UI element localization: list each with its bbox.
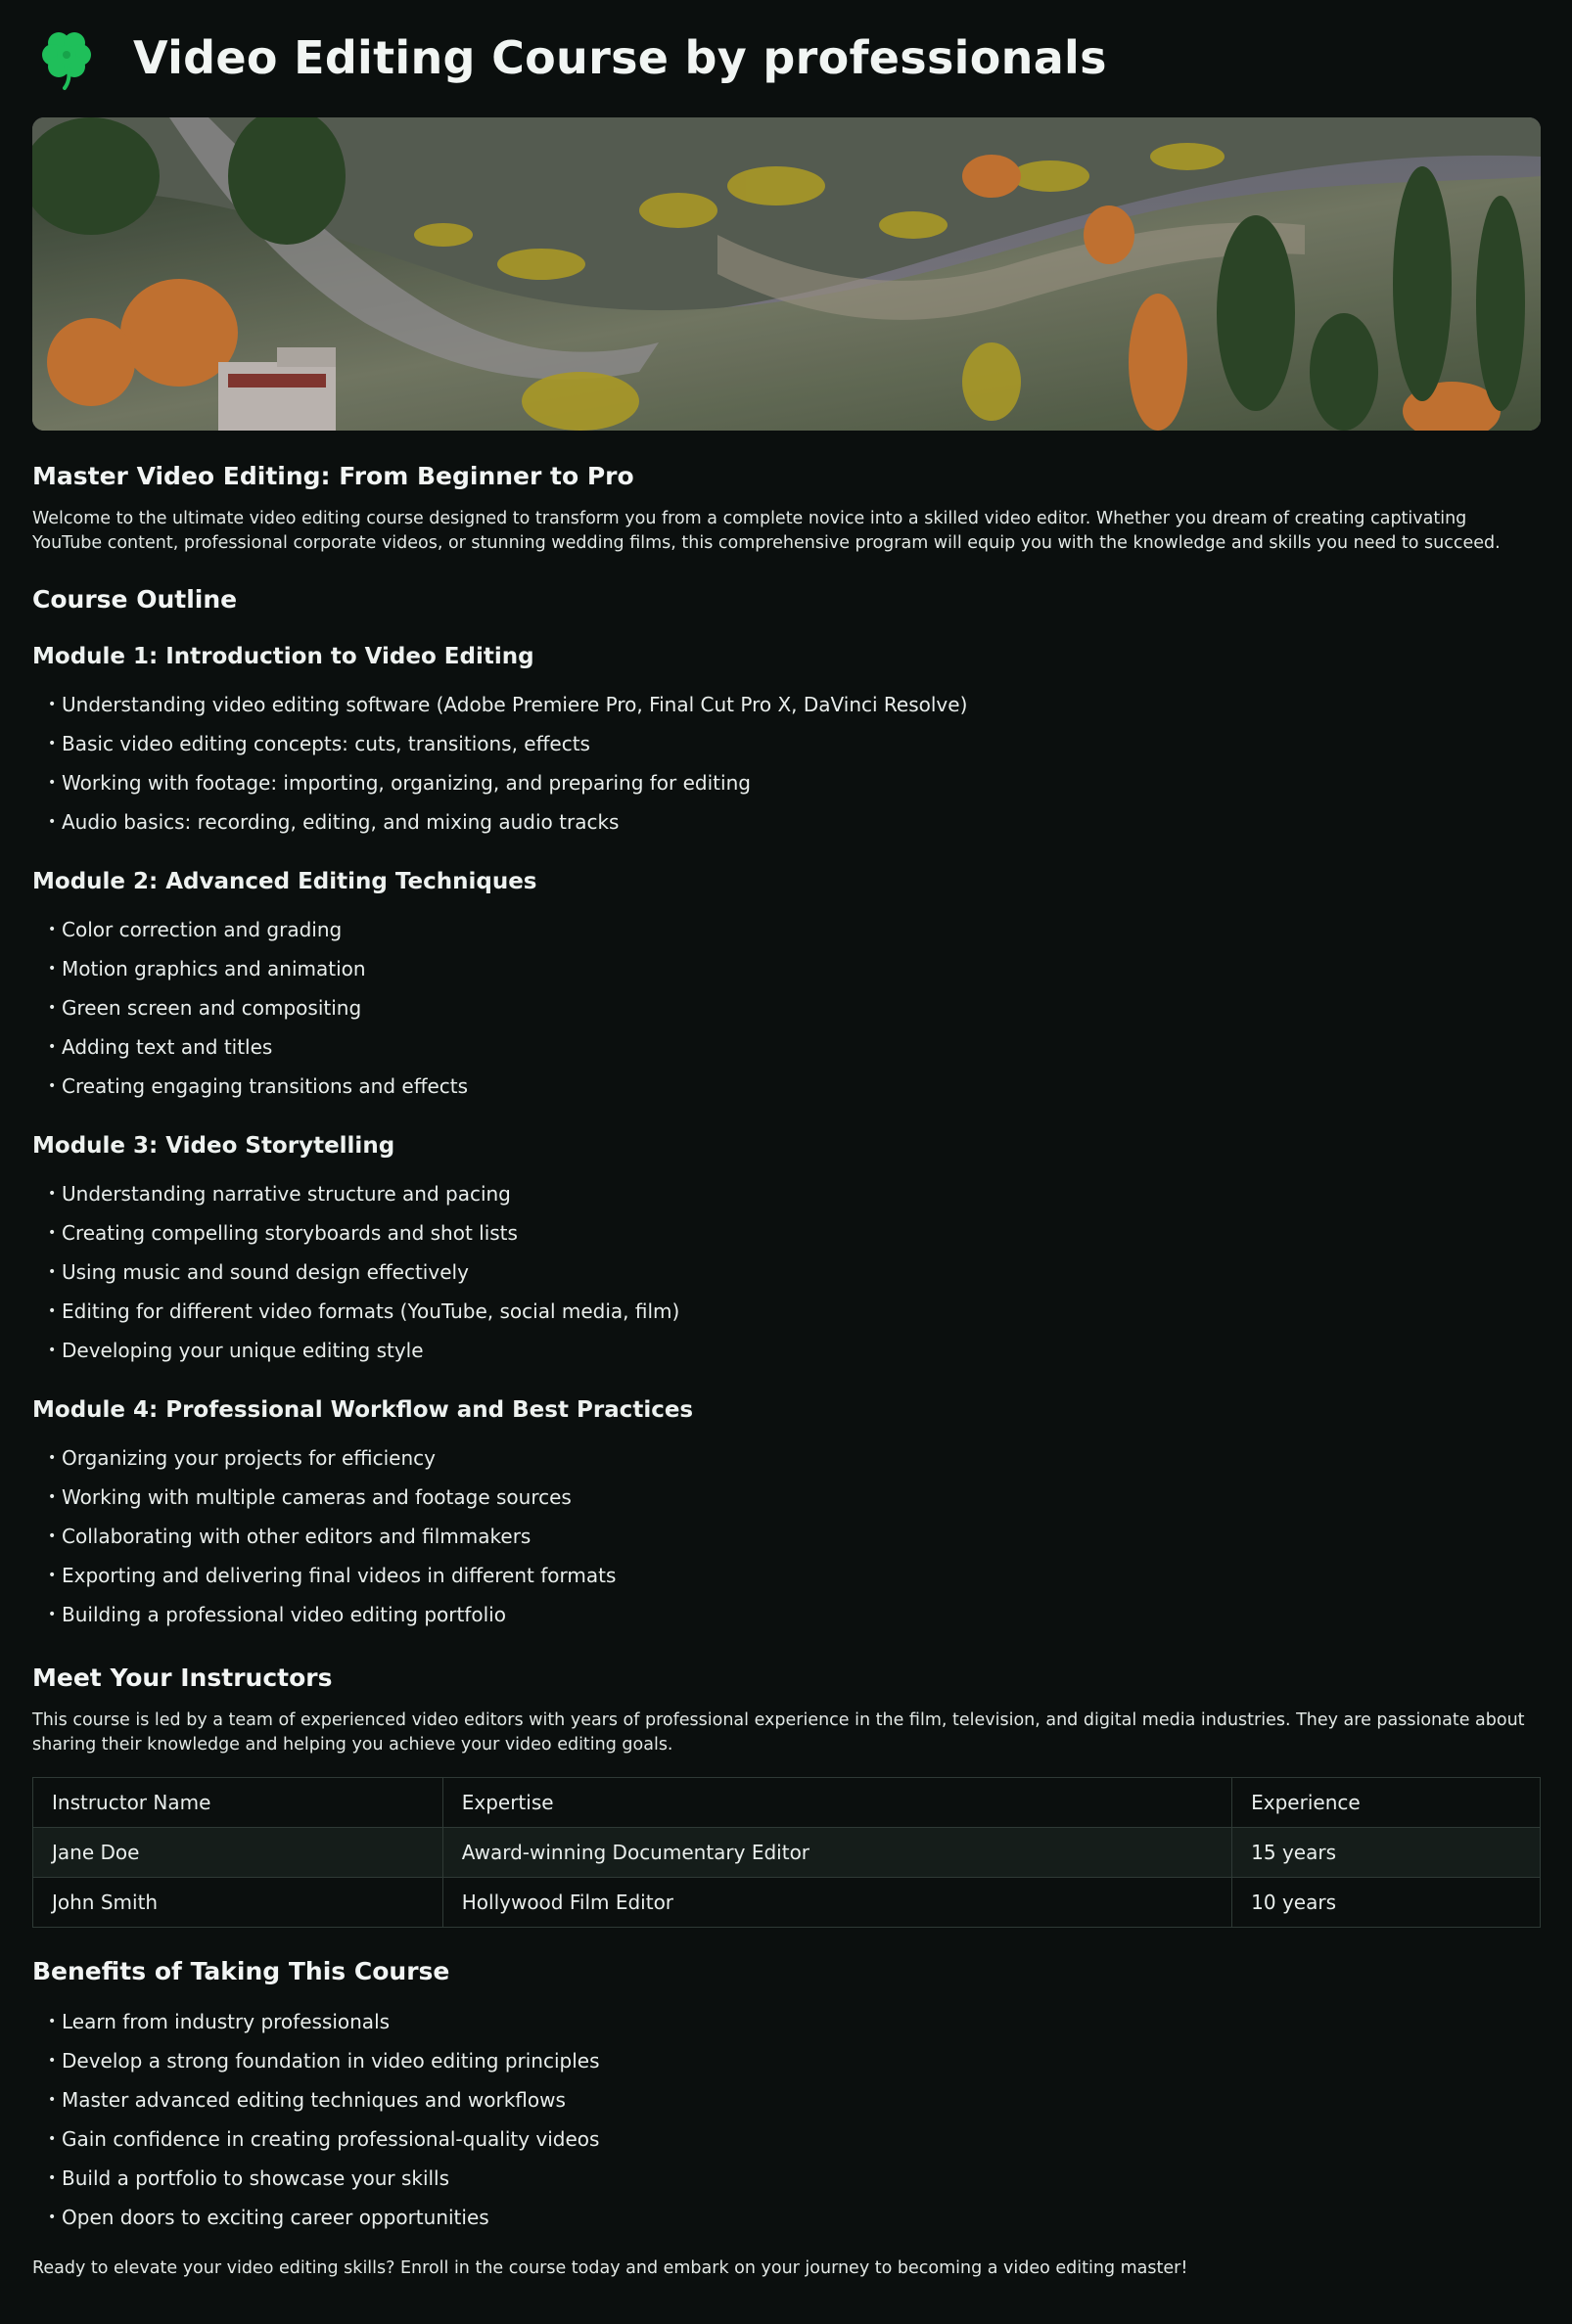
table-cell: Award-winning Documentary Editor (441, 1827, 1233, 1878)
module-items: Color correction and grading Motion grap… (32, 910, 1541, 1106)
table-cell: Jane Doe (32, 1827, 443, 1878)
list-item: Collaborating with other editors and fil… (48, 1517, 1541, 1556)
module-items: Understanding video editing software (Ad… (32, 685, 1541, 842)
course-outline-heading: Course Outline (32, 585, 238, 614)
module-title: Module 1: Introduction to Video Editing (32, 644, 534, 669)
module-title: Module 3: Video Storytelling (32, 1133, 395, 1159)
list-item: Open doors to exciting career opportunit… (48, 2198, 1541, 2237)
list-item: Working with multiple cameras and footag… (48, 1478, 1541, 1517)
four-leaf-clover-icon (33, 23, 102, 92)
module-items: Organizing your projects for efficiency … (32, 1438, 1541, 1634)
list-item: Understanding video editing software (Ad… (48, 685, 1541, 724)
list-item: Color correction and grading (48, 910, 1541, 949)
list-item: Adding text and titles (48, 1027, 1541, 1067)
list-item: Basic video editing concepts: cuts, tran… (48, 724, 1541, 763)
list-item: Build a portfolio to showcase your skill… (48, 2159, 1541, 2198)
table-header-row: Instructor Name Expertise Experience (32, 1777, 1541, 1828)
main-content: Master Video Editing: From Beginner to P… (32, 460, 1541, 2281)
module-title: Module 4: Professional Workflow and Best… (32, 1397, 694, 1423)
list-item: Understanding narrative structure and pa… (48, 1174, 1541, 1213)
instructors-table: Instructor Name Expertise Experience Jan… (32, 1777, 1541, 1928)
list-item: Creating compelling storyboards and shot… (48, 1213, 1541, 1253)
list-item: Editing for different video formats (You… (48, 1292, 1541, 1331)
list-item: Building a professional video editing po… (48, 1595, 1541, 1634)
list-item: Green screen and compositing (48, 988, 1541, 1027)
list-item: Develop a strong foundation in video edi… (48, 2041, 1541, 2080)
table-cell: 10 years (1231, 1877, 1541, 1928)
list-item: Working with footage: importing, organiz… (48, 763, 1541, 802)
module-4: Module 4: Professional Workflow and Best… (32, 1395, 1541, 1634)
module-3: Module 3: Video Storytelling Understandi… (32, 1131, 1541, 1370)
list-item: Audio basics: recording, editing, and mi… (48, 802, 1541, 842)
table-row: Jane Doe Award-winning Documentary Edito… (32, 1827, 1541, 1878)
list-item: Exporting and delivering final videos in… (48, 1556, 1541, 1595)
table-cell: Hollywood Film Editor (441, 1877, 1233, 1928)
list-item: Developing your unique editing style (48, 1331, 1541, 1370)
closing-text: Ready to elevate your video editing skil… (32, 2258, 1188, 2278)
list-item: Learn from industry professionals (48, 2002, 1541, 2041)
table-cell: 15 years (1231, 1827, 1541, 1878)
list-item: Gain confidence in creating professional… (48, 2119, 1541, 2159)
benefits-heading: Benefits of Taking This Course (32, 1957, 450, 1985)
module-1: Module 1: Introduction to Video Editing … (32, 642, 1541, 842)
column-header: Expertise (441, 1777, 1233, 1828)
instructors-heading: Meet Your Instructors (32, 1663, 333, 1692)
module-items: Understanding narrative structure and pa… (32, 1174, 1541, 1370)
table-row: John Smith Hollywood Film Editor 10 year… (32, 1877, 1541, 1928)
list-item: Creating engaging transitions and effect… (48, 1067, 1541, 1106)
list-item: Organizing your projects for efficiency (48, 1438, 1541, 1478)
list-item: Master advanced editing techniques and w… (48, 2080, 1541, 2119)
list-item: Motion graphics and animation (48, 949, 1541, 988)
instructors-text: This course is led by a team of experien… (32, 1710, 1525, 1754)
intro-text: Welcome to the ultimate video editing co… (32, 509, 1501, 553)
column-header: Instructor Name (32, 1777, 443, 1828)
hero-image (32, 117, 1541, 431)
module-title: Module 2: Advanced Editing Techniques (32, 869, 537, 894)
intro-title: Master Video Editing: From Beginner to P… (32, 462, 634, 490)
site-title: Video Editing Course by professionals (133, 31, 1107, 84)
list-item: Using music and sound design effectively (48, 1253, 1541, 1292)
table-cell: John Smith (32, 1877, 443, 1928)
page-header: Video Editing Course by professionals (33, 18, 1541, 98)
module-2: Module 2: Advanced Editing Techniques Co… (32, 867, 1541, 1106)
benefits-list: Learn from industry professionals Develo… (32, 2002, 1541, 2237)
column-header: Experience (1231, 1777, 1541, 1828)
